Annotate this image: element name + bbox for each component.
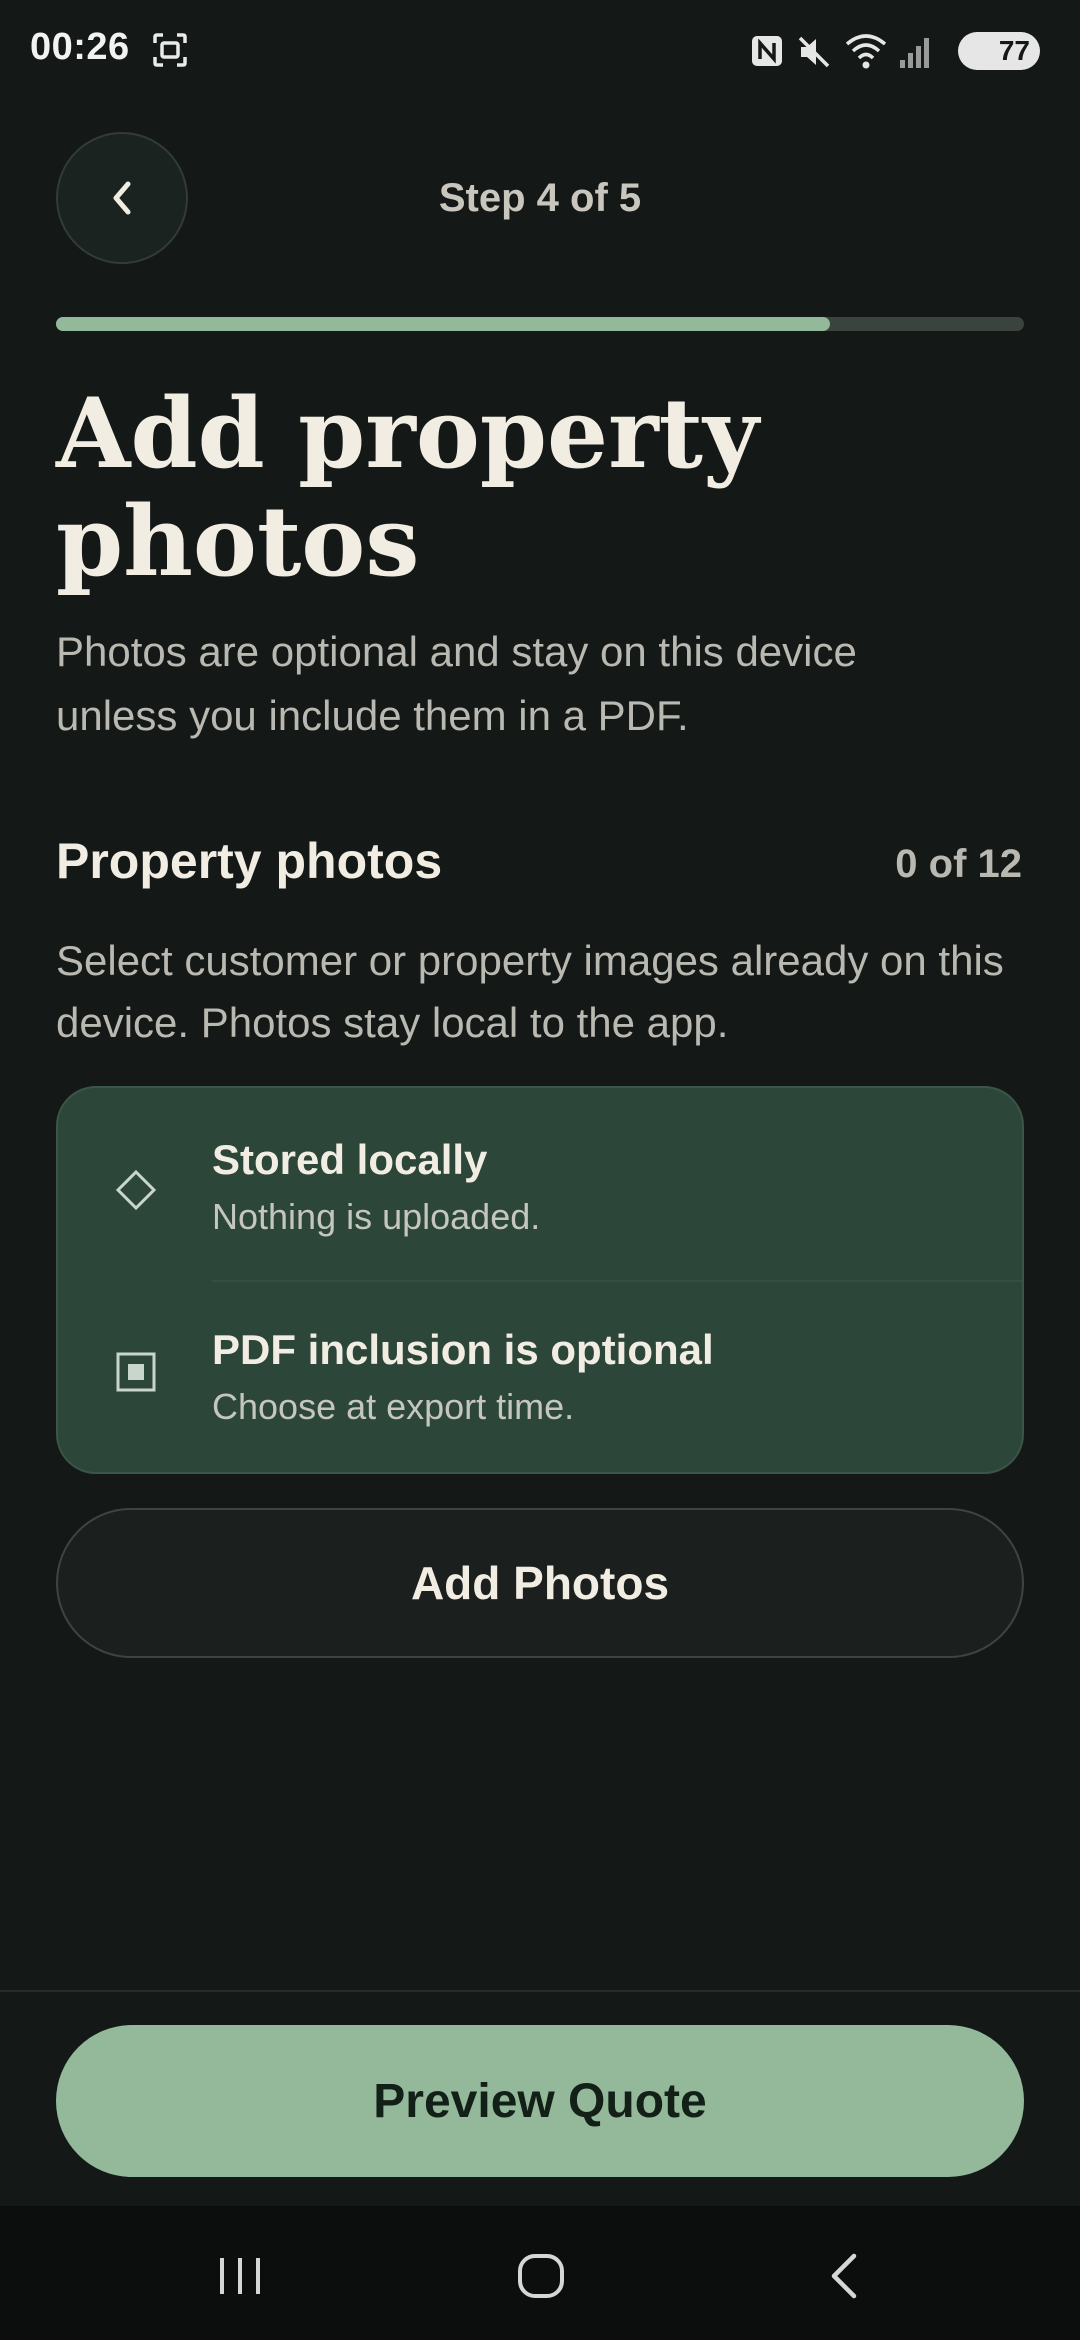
info-item-title: Stored locally [212,1136,488,1183]
section-title: Property photos [56,833,443,889]
add-photos-button[interactable]: Add Photos [56,1508,1024,1658]
divider [0,1990,1080,1992]
info-item-stored-locally: Stored locally Nothing is uploaded. [58,1088,1022,1282]
info-item-subtitle: Nothing is uploaded. [212,1196,541,1237]
progress-bar [56,317,1024,331]
page-title-line2: photos [56,485,420,598]
screenshot-icon [153,33,187,67]
battery-icon: 77 [958,32,1040,70]
signal-icon [900,38,929,68]
info-item-subtitle: Choose at export time. [212,1386,575,1427]
photo-count: 0 of 12 [895,842,1022,886]
info-card: Stored locally Nothing is uploaded. PDF … [56,1086,1024,1474]
wifi-icon [845,34,887,69]
status-bar: 00:26 77 [0,0,1080,100]
page-title: Add property photos [56,380,1024,596]
home-icon[interactable] [511,2246,571,2306]
mute-icon [798,36,830,68]
diamond-icon [115,1169,157,1211]
status-time: 00:26 [30,26,130,68]
info-item-title: PDF inclusion is optional [212,1326,714,1373]
info-item-pdf-optional: PDF inclusion is optional Choose at expo… [58,1280,1022,1470]
status-icons: 77 [750,30,1040,74]
back-icon[interactable] [816,2246,876,2306]
nfc-icon [752,36,782,66]
navigation-bar [0,2206,1080,2340]
page-subtitle: Photos are optional and stay on this dev… [56,628,857,739]
battery-level: 77 [998,35,1030,66]
page-title-line1: Add property [56,377,759,490]
progress-fill [56,317,831,331]
square-check-icon [116,1352,156,1392]
recents-icon[interactable] [210,2246,270,2306]
step-indicator: Step 4 of 5 [438,176,642,220]
preview-quote-button[interactable]: Preview Quote [56,2025,1024,2177]
section-description: Select customer or property images alrea… [56,937,1004,1046]
